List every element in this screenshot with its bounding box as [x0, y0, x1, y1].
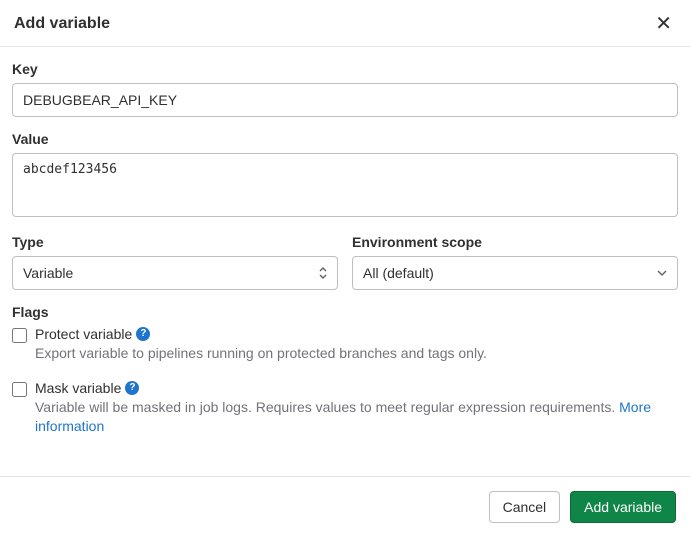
type-field: Type Variable	[12, 234, 338, 290]
scope-selected: All (default)	[363, 265, 434, 281]
value-field: Value abcdef123456	[12, 131, 678, 220]
protect-title: Protect variable	[35, 326, 132, 342]
modal-body: Key Value abcdef123456 Type Variable	[0, 47, 690, 476]
mask-flag: Mask variable ? Variable will be masked …	[12, 380, 678, 449]
value-textarea[interactable]: abcdef123456	[12, 153, 678, 217]
protect-flag: Protect variable ? Export variable to pi…	[12, 326, 678, 376]
flags-label: Flags	[12, 304, 678, 320]
add-variable-button[interactable]: Add variable	[570, 491, 676, 523]
key-field: Key	[12, 61, 678, 117]
cancel-button[interactable]: Cancel	[489, 491, 561, 523]
mask-desc-text: Variable will be masked in job logs. Req…	[35, 399, 619, 415]
scope-field: Environment scope All (default)	[352, 234, 678, 290]
value-label: Value	[12, 131, 678, 147]
key-label: Key	[12, 61, 678, 77]
mask-description: Variable will be masked in job logs. Req…	[35, 398, 678, 437]
mask-checkbox[interactable]	[12, 382, 27, 397]
help-icon[interactable]: ?	[125, 381, 139, 395]
type-select[interactable]: Variable	[12, 256, 338, 290]
modal-footer: Cancel Add variable	[0, 476, 690, 537]
protect-description: Export variable to pipelines running on …	[35, 344, 678, 364]
flags-section: Flags Protect variable ? Export variable…	[12, 304, 678, 449]
protect-checkbox[interactable]	[12, 328, 27, 343]
mask-title: Mask variable	[35, 380, 121, 396]
add-variable-modal: Add variable ✕ Key Value abcdef123456 Ty…	[0, 0, 690, 537]
key-input[interactable]	[12, 83, 678, 117]
modal-title: Add variable	[14, 15, 110, 33]
close-icon: ✕	[655, 13, 672, 35]
help-icon[interactable]: ?	[136, 327, 150, 341]
close-button[interactable]: ✕	[651, 14, 676, 34]
scope-select[interactable]: All (default)	[352, 256, 678, 290]
scope-label: Environment scope	[352, 234, 678, 250]
type-label: Type	[12, 234, 338, 250]
modal-header: Add variable ✕	[0, 0, 690, 47]
